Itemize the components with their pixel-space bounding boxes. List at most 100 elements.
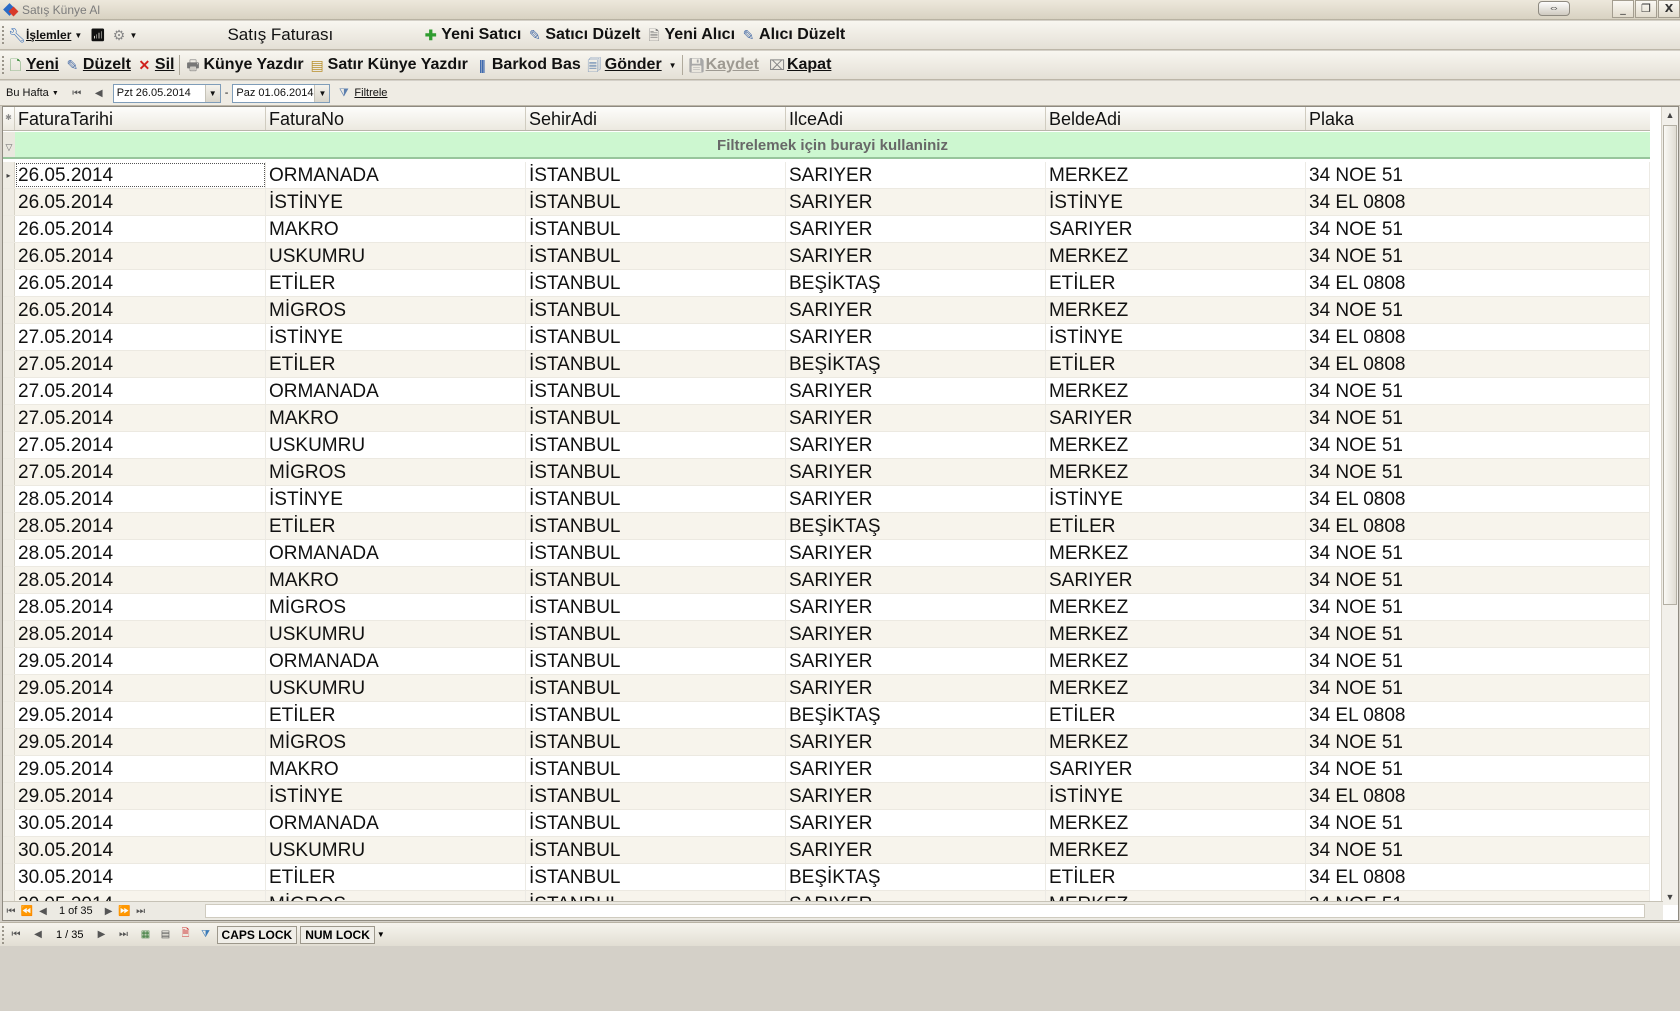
- cell-sehiradi[interactable]: İSTANBUL: [526, 378, 786, 404]
- cell-plaka[interactable]: 34 EL 0808: [1306, 324, 1650, 350]
- table-row[interactable]: 29.05.2014 ORMANADA İSTANBUL SARIYER MERKEZ 3…: [3, 648, 1650, 675]
- table-row[interactable]: 27.05.2014 ORMANADA İSTANBUL SARIYER MERKEZ 3…: [3, 378, 1650, 405]
- cell-beldeadi[interactable]: MERKEZ: [1046, 162, 1306, 188]
- cell-plaka[interactable]: 34 NOE 51: [1306, 621, 1650, 647]
- cell-faturano[interactable]: İSTİNYE: [266, 783, 526, 809]
- cell-sehiradi[interactable]: İSTANBUL: [526, 837, 786, 863]
- cell-ilceadi[interactable]: SARIYER: [786, 837, 1046, 863]
- cell-beldeadi[interactable]: MERKEZ: [1046, 432, 1306, 458]
- cell-plaka[interactable]: 34 NOE 51: [1306, 459, 1650, 485]
- cell-faturano[interactable]: ETİLER: [266, 270, 526, 296]
- row-selector[interactable]: [3, 594, 15, 620]
- cell-faturano[interactable]: ORMANADA: [266, 378, 526, 404]
- edit-seller-button[interactable]: ✎ Satıcı Düzelt: [527, 26, 641, 44]
- column-header-faturano[interactable]: FaturaNo: [266, 107, 526, 130]
- cell-plaka[interactable]: 34 NOE 51: [1306, 675, 1650, 701]
- cell-faturano[interactable]: MAKRO: [266, 216, 526, 242]
- cell-faturano[interactable]: USKUMRU: [266, 432, 526, 458]
- cell-plaka[interactable]: 34 EL 0808: [1306, 513, 1650, 539]
- cell-ilceadi[interactable]: SARIYER: [786, 756, 1046, 782]
- edit-buyer-button[interactable]: ✎ Alıcı Düzelt: [741, 26, 846, 44]
- table-row[interactable]: 28.05.2014 MAKRO İSTANBUL SARIYER SARIYER 34 …: [3, 567, 1650, 594]
- row-selector[interactable]: [3, 486, 15, 512]
- row-selector[interactable]: [3, 432, 15, 458]
- cell-faturano[interactable]: ETİLER: [266, 864, 526, 890]
- cell-plaka[interactable]: 34 EL 0808: [1306, 864, 1650, 890]
- cell-beldeadi[interactable]: MERKEZ: [1046, 648, 1306, 674]
- cell-beldeadi[interactable]: İSTİNYE: [1046, 189, 1306, 215]
- last-page-icon[interactable]: ⏭: [133, 906, 149, 917]
- cell-faturano[interactable]: MAKRO: [266, 405, 526, 431]
- row-selector[interactable]: [3, 378, 15, 404]
- prev-record-icon[interactable]: ◀: [30, 929, 46, 940]
- cell-ilceadi[interactable]: SARIYER: [786, 378, 1046, 404]
- cell-beldeadi[interactable]: MERKEZ: [1046, 243, 1306, 269]
- row-selector[interactable]: [3, 729, 15, 755]
- print-kunye-button[interactable]: 🖶︎ Künye Yazdır: [185, 56, 303, 74]
- cell-plaka[interactable]: 34 NOE 51: [1306, 540, 1650, 566]
- cell-sehiradi[interactable]: İSTANBUL: [526, 783, 786, 809]
- cell-faturatarihi[interactable]: 29.05.2014: [15, 648, 266, 674]
- cell-plaka[interactable]: 34 NOE 51: [1306, 837, 1650, 863]
- prev-page-fast-icon[interactable]: ⏪: [19, 906, 35, 917]
- cell-sehiradi[interactable]: İSTANBUL: [526, 540, 786, 566]
- row-selector[interactable]: [3, 243, 15, 269]
- edit-button[interactable]: ✎ Düzelt: [65, 56, 131, 74]
- prev-page-icon[interactable]: ◀: [35, 906, 51, 917]
- cell-sehiradi[interactable]: İSTANBUL: [526, 216, 786, 242]
- new-button[interactable]: 🗋︎ Yeni: [8, 56, 59, 74]
- cell-faturano[interactable]: USKUMRU: [266, 621, 526, 647]
- cell-plaka[interactable]: 34 NOE 51: [1306, 810, 1650, 836]
- cell-faturatarihi[interactable]: 27.05.2014: [15, 378, 266, 404]
- cell-faturano[interactable]: İSTİNYE: [266, 189, 526, 215]
- cell-ilceadi[interactable]: SARIYER: [786, 297, 1046, 323]
- cell-faturatarihi[interactable]: 30.05.2014: [15, 837, 266, 863]
- cell-beldeadi[interactable]: MERKEZ: [1046, 729, 1306, 755]
- row-selector[interactable]: [3, 756, 15, 782]
- close-window-button[interactable]: X: [1658, 0, 1680, 18]
- prev-period-icon[interactable]: ◀: [91, 88, 107, 99]
- column-header-ilceadi[interactable]: IlceAdi: [786, 107, 1046, 130]
- cell-faturatarihi[interactable]: 29.05.2014: [15, 783, 266, 809]
- row-selector[interactable]: [3, 675, 15, 701]
- cell-ilceadi[interactable]: SARIYER: [786, 810, 1046, 836]
- row-selector[interactable]: [3, 459, 15, 485]
- cell-ilceadi[interactable]: SARIYER: [786, 729, 1046, 755]
- last-record-icon[interactable]: ⏭: [116, 929, 132, 940]
- cell-faturano[interactable]: ETİLER: [266, 513, 526, 539]
- table-row[interactable]: 28.05.2014 ORMANADA İSTANBUL SARIYER MERKEZ 3…: [3, 540, 1650, 567]
- cell-plaka[interactable]: 34 NOE 51: [1306, 405, 1650, 431]
- table-row[interactable]: 29.05.2014 ETİLER İSTANBUL BEŞİKTAŞ ETİLER 34…: [3, 702, 1650, 729]
- table-row[interactable]: 29.05.2014 MİGROS İSTANBUL SARIYER MERKEZ 34 …: [3, 729, 1650, 756]
- cell-ilceadi[interactable]: SARIYER: [786, 594, 1046, 620]
- cell-faturano[interactable]: ORMANADA: [266, 162, 526, 188]
- cell-faturano[interactable]: İSTİNYE: [266, 486, 526, 512]
- cell-ilceadi[interactable]: SARIYER: [786, 540, 1046, 566]
- scroll-down-icon[interactable]: ▼: [1662, 889, 1678, 905]
- header-corner-icon[interactable]: ✱: [3, 107, 15, 130]
- cell-faturano[interactable]: MAKRO: [266, 756, 526, 782]
- cell-ilceadi[interactable]: SARIYER: [786, 675, 1046, 701]
- table-row[interactable]: 30.05.2014 USKUMRU İSTANBUL SARIYER MERKEZ 34…: [3, 837, 1650, 864]
- cell-ilceadi[interactable]: SARIYER: [786, 189, 1046, 215]
- column-header-plaka[interactable]: Plaka: [1306, 107, 1650, 130]
- cell-beldeadi[interactable]: SARIYER: [1046, 567, 1306, 593]
- cell-ilceadi[interactable]: BEŞİKTAŞ: [786, 702, 1046, 728]
- filter-row[interactable]: ▽ Filtrelemek için burayi kullaniniz: [3, 132, 1650, 159]
- table-row[interactable]: ▸ 26.05.2014 ORMANADA İSTANBUL SARIYER MERKEZ…: [3, 162, 1650, 189]
- row-selector[interactable]: [3, 648, 15, 674]
- cell-ilceadi[interactable]: BEŞİKTAŞ: [786, 270, 1046, 296]
- row-selector[interactable]: [3, 324, 15, 350]
- cell-faturatarihi[interactable]: 29.05.2014: [15, 675, 266, 701]
- table-row[interactable]: 27.05.2014 MİGROS İSTANBUL SARIYER MERKEZ 34 …: [3, 459, 1650, 486]
- next-page-icon[interactable]: ▶: [101, 906, 117, 917]
- next-record-icon[interactable]: ▶: [94, 929, 110, 940]
- cell-beldeadi[interactable]: ETİLER: [1046, 351, 1306, 377]
- scroll-thumb[interactable]: [1663, 125, 1677, 605]
- table-row[interactable]: 29.05.2014 MAKRO İSTANBUL SARIYER SARIYER 34 …: [3, 756, 1650, 783]
- cell-beldeadi[interactable]: MERKEZ: [1046, 459, 1306, 485]
- cell-plaka[interactable]: 34 NOE 51: [1306, 729, 1650, 755]
- cell-beldeadi[interactable]: İSTİNYE: [1046, 324, 1306, 350]
- cell-plaka[interactable]: 34 NOE 51: [1306, 243, 1650, 269]
- grid-view-icon[interactable]: ▦: [138, 929, 154, 940]
